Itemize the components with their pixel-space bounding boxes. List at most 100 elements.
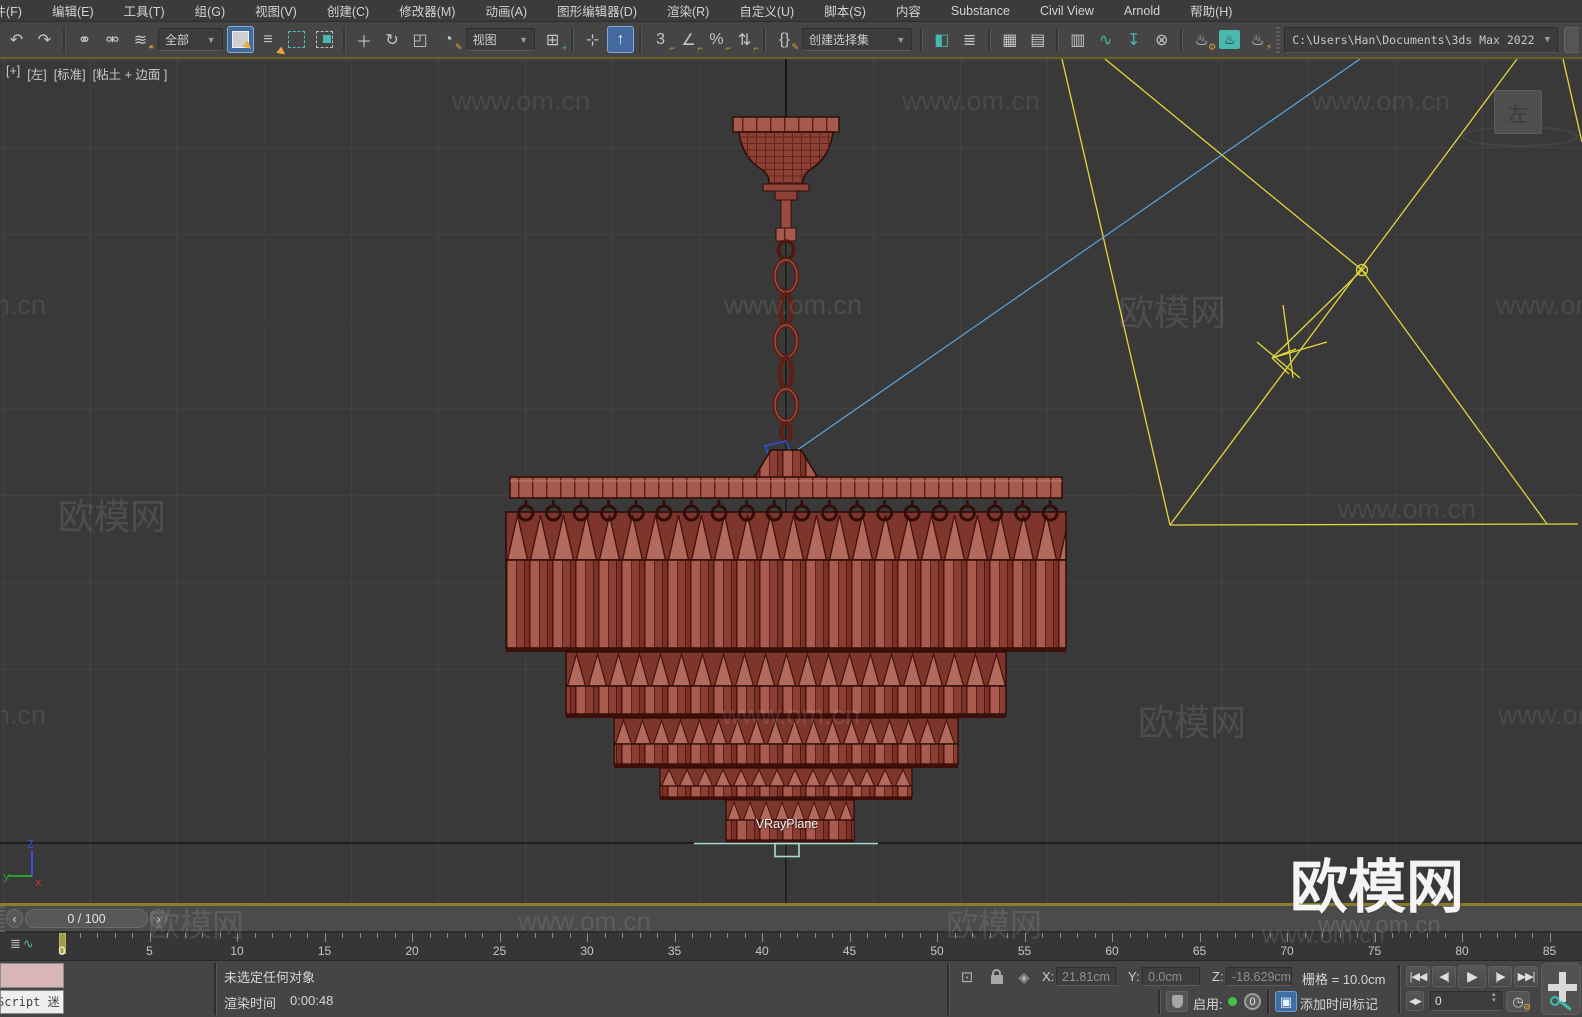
menu-rendering[interactable]: 渲染(R) <box>652 0 724 21</box>
menu-civil-view[interactable]: Civil View <box>1025 0 1109 21</box>
keyboard-override-button[interactable]: ↑ <box>607 26 635 53</box>
time-config-button[interactable]: ◷ ⚙ <box>1506 991 1531 1012</box>
select-rotate-button[interactable]: ↻ <box>379 26 406 53</box>
select-object-button[interactable] <box>226 26 254 53</box>
ruler-tick <box>1357 933 1358 938</box>
main-toolbar: ↶ ↷ ⚭ ⚮ ≋ ⚭ 全部 ▼ ≡ ＋ ↻ ◰ ◔ ✎ 视图 ▼ ⊞ + ⊹ ↑ 3 ⌐ ∠ ⌐% ⌐ ⇅ ⌐ {} ✎ 创建选择集 ▼ ◧… <box>0 22 1582 58</box>
select-scale-button-icon: ◰ <box>412 31 428 49</box>
add-key-button[interactable] <box>1541 963 1581 1015</box>
time-slider-next-arrow[interactable]: › <box>150 909 167 928</box>
render-setup-button[interactable]: ♨ ⚙ <box>1188 26 1217 53</box>
ruler-frame-label: 60 <box>1105 944 1119 958</box>
menu-views[interactable]: 视图(V) <box>240 0 312 21</box>
object-name-label: VRayPlane <box>755 817 819 831</box>
menu-edit[interactable]: 编辑(E) <box>37 0 109 21</box>
time-slider-prev-arrow[interactable]: ‹ <box>6 909 23 928</box>
timeline-ruler[interactable]: ≣ ∿ 0 5 10 15 20 25 30 35 40 45 50 55 60 65 70 75 80 85 <box>0 932 1582 960</box>
key-mode-button[interactable]: ◀▶ <box>1406 991 1424 1011</box>
clipped-toolbar-button[interactable] <box>1564 26 1579 53</box>
ruler-tick <box>1059 933 1061 938</box>
select-manipulate-button[interactable]: ⊹ <box>579 26 606 53</box>
maxscript-mini-listener[interactable]: Script 迷 <box>0 990 64 1014</box>
scene-explorer-button[interactable]: ▦ <box>996 26 1023 53</box>
macro-recorder-field[interactable] <box>0 963 64 988</box>
render-production-button[interactable]: ♨ ⚡ <box>1244 26 1273 53</box>
angle-snap-button[interactable]: ∠ ⌐ <box>675 26 703 54</box>
undo-button[interactable]: ↶ <box>3 26 30 53</box>
absolute-offset-toggle-icon[interactable]: ◈ <box>1014 967 1034 987</box>
menu-substance[interactable]: Substance <box>936 0 1025 21</box>
ruler-tick <box>482 933 483 938</box>
unlink-button[interactable]: ⚮ <box>99 26 126 53</box>
curve-editor-button[interactable]: ∿ <box>1092 26 1119 53</box>
menu-arnold[interactable]: Arnold <box>1109 0 1175 21</box>
align-button[interactable]: ≣ <box>956 26 983 53</box>
named-sets-button[interactable]: {} ✎ <box>771 26 799 53</box>
percent-snap-button[interactable]: % ⌐ <box>703 26 731 54</box>
frame-spinner[interactable]: ▴ ▾ <box>1492 991 1496 1004</box>
go-start-button[interactable]: |◀◀ <box>1406 966 1430 987</box>
ruler-frame-label: 40 <box>755 944 769 958</box>
safe-frames-shield-icon[interactable] <box>1166 991 1188 1012</box>
window-crossing-button[interactable] <box>311 26 338 53</box>
menu-create[interactable]: 创建(C) <box>312 0 384 21</box>
select-scale-button[interactable]: ◰ <box>407 26 434 53</box>
ribbon-button[interactable]: ▥ <box>1064 26 1091 53</box>
rendered-frame-button[interactable]: ♨ <box>1216 26 1243 53</box>
selection-region-button[interactable] <box>283 26 310 53</box>
menu-help[interactable]: 帮助(H) <box>1175 0 1247 21</box>
ruler-tick <box>62 933 63 942</box>
time-slider[interactable]: 0 / 100 <box>25 909 148 928</box>
next-frame-button[interactable]: |▶ <box>1488 966 1512 987</box>
mini-curve-editor-button[interactable]: ≣ ∿ <box>10 936 34 952</box>
menu-file[interactable]: 文件(F) <box>0 0 37 21</box>
x-coord-field[interactable]: 21.81cm <box>1056 967 1116 986</box>
use-pivot-center-button[interactable]: ⊞ + <box>539 26 567 54</box>
ruler-tick <box>132 933 133 938</box>
select-move-button[interactable]: ＋ <box>351 26 378 53</box>
viewcube[interactable]: 左 <box>1494 90 1542 134</box>
schematic-view-button[interactable]: ↧ <box>1120 26 1147 53</box>
selection-lock-icon[interactable] <box>988 965 1006 987</box>
viewport-menu-shading[interactable]: [粘土 + 边面 ] <box>93 64 168 83</box>
menu-scripting[interactable]: 脚本(S) <box>809 0 881 21</box>
ruler-tick <box>867 933 868 938</box>
snap-3d-button[interactable]: 3 ⌐ <box>647 26 675 54</box>
menu-animation[interactable]: 动画(A) <box>470 0 542 21</box>
menu-graph-editors[interactable]: 图形编辑器(D) <box>542 0 652 21</box>
select-by-name-button-icon: ≡ <box>263 30 273 48</box>
redo-button[interactable]: ↷ <box>31 26 58 53</box>
viewport-menu-standard[interactable]: [标准] <box>54 64 86 83</box>
placement-button[interactable]: ◔ ✎ <box>435 26 462 53</box>
time-tag-cube-icon[interactable]: ▣ <box>1275 991 1297 1012</box>
menu-group[interactable]: 组(G) <box>180 0 241 21</box>
menu-customize[interactable]: 自定义(U) <box>724 0 809 21</box>
select-by-name-button[interactable]: ≡ <box>255 26 288 58</box>
mirror-button[interactable]: ◧ <box>928 26 955 53</box>
spinner-snap-button[interactable]: ⇅ ⌐ <box>731 26 759 54</box>
add-time-tag-label[interactable]: 添加时间标记 <box>1300 994 1378 1013</box>
toolbar-separator <box>639 27 643 52</box>
isolate-selection-icon[interactable]: ⊡ <box>956 967 978 987</box>
chandelier-model[interactable] <box>505 59 1067 843</box>
bind-spacewarp-button[interactable]: ≋ ⚭ <box>127 26 155 53</box>
layer-explorer-button[interactable]: ▤ <box>1024 26 1051 53</box>
link-button[interactable]: ⚭ <box>71 26 98 53</box>
project-path-field[interactable]: C:\Users\Han\Documents\3ds Max 2022 ▼ <box>1284 26 1558 53</box>
ruler-tick <box>1479 933 1481 938</box>
selection-filter-dropdown[interactable]: 全部 ▼ <box>158 28 223 51</box>
viewport-menu-general[interactable]: [+] <box>6 64 20 83</box>
reference-coord-dropdown[interactable]: 视图 ▼ <box>465 28 536 51</box>
prev-frame-button[interactable]: ◀| <box>1432 966 1456 987</box>
menu-modifiers[interactable]: 修改器(M) <box>384 0 470 21</box>
named-sets-dropdown[interactable]: 创建选择集 ▼ <box>802 28 913 51</box>
play-button[interactable]: ▶ <box>1458 965 1486 988</box>
menu-tools[interactable]: 工具(T) <box>109 0 180 21</box>
viewport-menu-pov[interactable]: [左] <box>27 64 46 83</box>
zero-counter-badge[interactable]: 0 <box>1244 993 1261 1010</box>
go-end-button[interactable]: ▶▶| <box>1514 966 1538 987</box>
material-editor-button[interactable]: ⊗ <box>1148 26 1175 53</box>
menu-content[interactable]: 内容 <box>881 0 936 21</box>
z-coord-field[interactable]: -18.629cm <box>1226 967 1292 986</box>
y-coord-field[interactable]: 0.0cm <box>1142 967 1200 986</box>
